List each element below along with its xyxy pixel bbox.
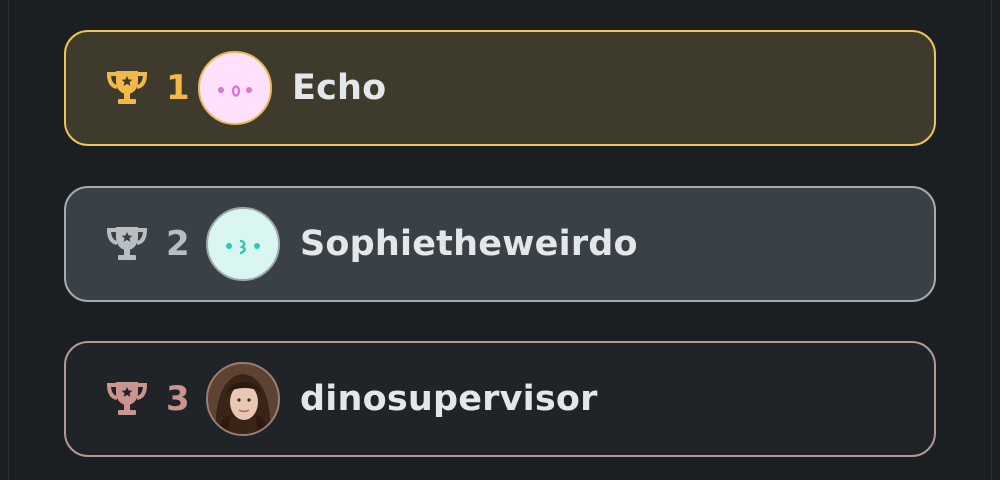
username[interactable]: Sophietheweirdo [300, 226, 638, 262]
avatar-photo[interactable] [206, 362, 280, 436]
avatar[interactable] [206, 207, 280, 281]
trophy-icon [106, 71, 148, 104]
trophy-icon [106, 382, 148, 415]
username[interactable]: Echo [292, 70, 386, 106]
avatar[interactable] [198, 51, 272, 125]
leaderboard-row-3[interactable]: 3 dinosupervisor [64, 341, 936, 457]
leaderboard-row-1[interactable]: 1 Echo [64, 30, 936, 146]
rank-number: 1 [166, 68, 190, 108]
avatar-face-icon [218, 85, 252, 97]
rank-number: 2 [166, 224, 190, 264]
leaderboard-row-2[interactable]: 2 Sophietheweirdo [64, 186, 936, 302]
rank-number: 3 [166, 379, 190, 419]
username[interactable]: dinosupervisor [300, 381, 598, 417]
trophy-icon [106, 227, 148, 260]
profile-photo-icon [208, 364, 278, 434]
avatar-face-icon [226, 239, 260, 255]
